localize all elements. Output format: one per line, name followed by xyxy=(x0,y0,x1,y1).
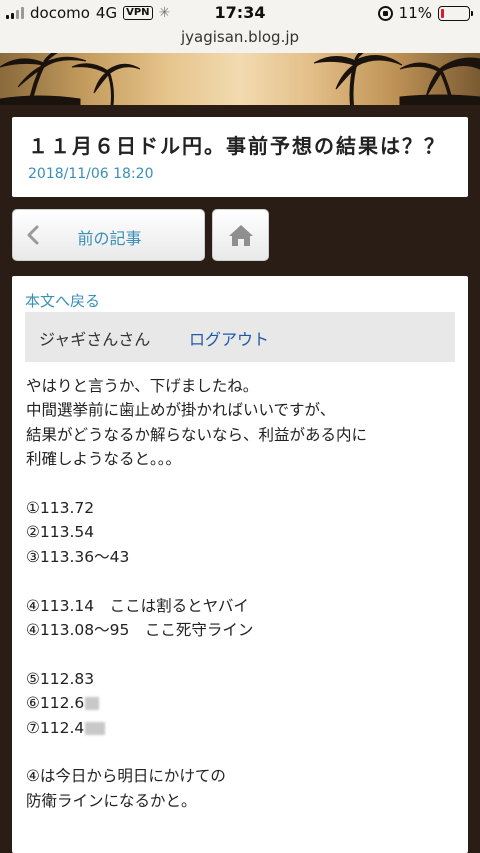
body-line: ④113.14 ここは割るとヤバイ xyxy=(26,596,249,615)
url-bar[interactable]: jyagisan.blog.jp xyxy=(0,27,480,53)
previous-article-button[interactable]: 前の記事 xyxy=(12,209,205,261)
article-header: １１月６日ドル円。事前予想の結果は？？ 2018/11/06 18:20 xyxy=(12,117,468,197)
body-line: ①113.72 xyxy=(26,499,95,518)
body-line xyxy=(26,740,456,764)
body-line-text: ⑦112.4 xyxy=(26,718,85,737)
body-line: ④113.08～95 ここ死守ライン xyxy=(26,621,254,640)
body-line: 利確しようなると。。。 xyxy=(26,450,182,469)
battery-fill xyxy=(441,8,444,18)
article-content: 本文へ戻る ジャギさんさん ログアウト やはりと言うか、下げましたね。 中間選挙… xyxy=(12,276,468,853)
battery-icon xyxy=(438,5,473,21)
user-box: ジャギさんさん ログアウト xyxy=(25,312,455,362)
user-name: ジャギさんさん xyxy=(39,330,151,349)
redaction-blur xyxy=(85,697,100,711)
status-bar: docomo 4G VPN ✳ 17:34 11% xyxy=(0,0,480,27)
body-line: ②113.54 xyxy=(26,523,95,542)
body-line: ⑤112.83 xyxy=(26,669,95,688)
article-date: 2018/11/06 18:20 xyxy=(28,166,154,182)
home-icon xyxy=(229,225,253,246)
back-to-article-link[interactable]: 本文へ戻る xyxy=(25,290,100,311)
rotation-lock-icon xyxy=(377,5,393,21)
body-line-text: ⑥112.6 xyxy=(26,694,85,713)
battery-percent: 11% xyxy=(398,4,432,22)
body-line: 防衛ラインになるかと。 xyxy=(26,791,197,810)
previous-article-label: 前の記事 xyxy=(77,229,142,248)
body-line: ④は今日から明日にかけての xyxy=(26,767,226,786)
body-line xyxy=(26,472,456,496)
body-line: やはりと言うか、下げましたね。 xyxy=(26,377,259,395)
status-right: 11% xyxy=(377,4,473,22)
body-line: 中間選挙前に歯止めが掛かればいいですが、 xyxy=(26,401,336,420)
article-body: やはりと言うか、下げましたね。 中間選挙前に歯止めが掛かればいいですが、 結果が… xyxy=(26,374,456,813)
body-line: ③113.36～43 xyxy=(26,547,130,566)
redaction-blur xyxy=(85,721,106,735)
body-line xyxy=(26,642,456,666)
logout-link[interactable]: ログアウト xyxy=(189,326,269,350)
article-title: １１月６日ドル円。事前予想の結果は？？ xyxy=(28,134,446,158)
header-banner xyxy=(0,53,480,105)
home-button[interactable] xyxy=(212,209,269,261)
body-line xyxy=(26,569,456,593)
body-line-redacted: ⑥112.6 xyxy=(26,691,456,715)
body-line-redacted: ⑦112.4 xyxy=(26,716,456,740)
body-line: 結果がどうなるか解らないなら、利益がある内に xyxy=(26,425,368,444)
palm-trees-image xyxy=(0,53,480,105)
